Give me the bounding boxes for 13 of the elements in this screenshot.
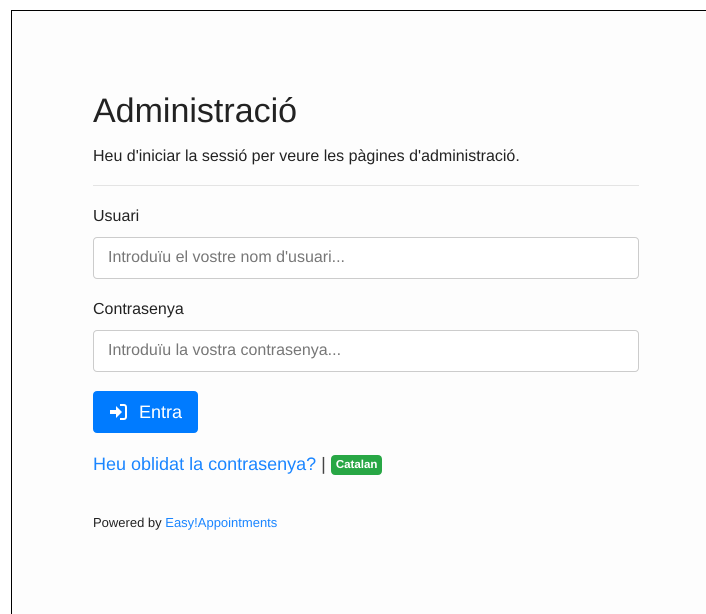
- footer-link[interactable]: Easy!Appointments: [165, 515, 278, 530]
- login-button[interactable]: Entra: [93, 391, 198, 433]
- forgot-password-link[interactable]: Heu oblidat la contrasenya?: [93, 454, 316, 475]
- field-label: Contrasenya: [93, 300, 184, 320]
- footer-text: Powered by Easy!Appointments: [93, 515, 278, 530]
- input-field[interactable]: Introduïu el vostre nom d'usuari...: [93, 237, 639, 279]
- page-title: Administració: [93, 91, 298, 131]
- subtitle: Heu d'iniciar la sessió per veure les pàgines d'administració.: [93, 147, 521, 167]
- language-badge[interactable]: Catalan: [330, 454, 382, 474]
- input-field[interactable]: Introduïu la vostra contrasenya...: [93, 330, 639, 372]
- field-label: Usuari: [93, 207, 140, 227]
- sign-in-icon: [109, 404, 127, 420]
- separator: |: [321, 454, 326, 475]
